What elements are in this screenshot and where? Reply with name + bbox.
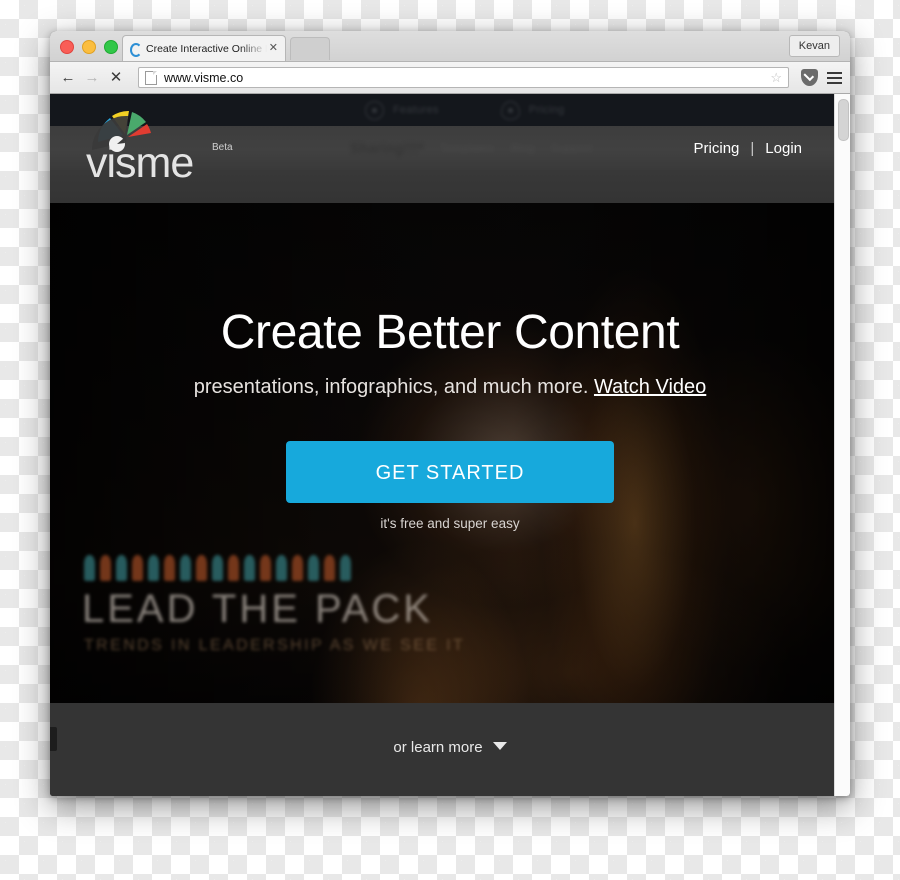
play-circle-icon <box>365 100 384 120</box>
page-icon <box>145 70 157 85</box>
utility-item-pricing[interactable]: Pricing <box>500 100 565 120</box>
subnav-brand: Sharing!!!* <box>350 140 424 156</box>
watch-video-link[interactable]: Watch Video <box>594 376 706 398</box>
bookmark-star-icon[interactable]: ☆ <box>770 70 782 86</box>
hero-title: Create Better Content <box>220 306 680 359</box>
hero-section: LEAD THE PACK TRENDS IN LEADERSHIP AS WE… <box>50 203 850 703</box>
scrollbar-thumb[interactable] <box>838 99 849 141</box>
hero-subtitle-text: presentations, infographics, and much mo… <box>193 376 589 399</box>
drop-icon <box>500 100 520 120</box>
nav-link-login[interactable]: Login <box>765 140 802 157</box>
utility-item-label: Pricing <box>528 104 565 116</box>
utility-item-label: Features <box>393 104 439 116</box>
browser-tab[interactable]: Create Interactive Online P ✕ <box>122 35 286 61</box>
utility-item-features[interactable]: Features <box>365 100 439 120</box>
browser-window: Create Interactive Online P ✕ Kevan ← → … <box>50 31 850 796</box>
close-window-button[interactable] <box>60 40 74 54</box>
cta-note: it's free and super easy <box>380 516 520 532</box>
page-scrollbar[interactable] <box>834 94 850 796</box>
hero-subtitle: presentations, infographics, and much mo… <box>50 376 850 399</box>
hero-content: Create Better Content presentations, inf… <box>50 203 850 703</box>
learn-more-label: or learn more <box>393 739 483 756</box>
learn-more-button[interactable]: or learn more <box>50 739 850 756</box>
minimize-window-button[interactable] <box>82 40 96 54</box>
site-nav-links: Pricing | Login <box>694 126 802 170</box>
page-footer-strip: or learn more <box>50 703 850 796</box>
profile-button-label: Kevan <box>798 40 830 52</box>
subnav-item-blog[interactable]: Blog <box>510 141 534 155</box>
pocket-icon[interactable] <box>801 69 818 86</box>
window-controls <box>60 40 118 54</box>
browser-toolbar: ← → ✕ www.visme.co ☆ <box>50 62 850 94</box>
subnav-item-support[interactable]: Support <box>551 141 593 155</box>
chevron-down-icon <box>492 742 507 750</box>
new-tab-button[interactable] <box>290 37 330 60</box>
forward-icon[interactable]: → <box>82 68 102 88</box>
stop-icon[interactable]: ✕ <box>106 68 126 88</box>
close-icon[interactable]: ✕ <box>267 43 280 54</box>
visme-logo[interactable]: visme Beta <box>86 102 256 185</box>
browser-tab-strip: Create Interactive Online P ✕ Kevan <box>50 31 850 62</box>
zoom-window-button[interactable] <box>104 40 118 54</box>
get-started-button[interactable]: GET STARTED <box>286 441 614 504</box>
profile-button[interactable]: Kevan <box>788 35 840 57</box>
back-icon[interactable]: ← <box>58 68 78 88</box>
site-subnav: Sharing!!!* Templates Blog Support <box>350 126 593 170</box>
visme-favicon <box>128 42 142 57</box>
subnav-item-templates[interactable]: Templates <box>440 141 495 155</box>
page-viewport: Features Pricing Sharing!!!* Templates B… <box>50 94 850 796</box>
beta-badge: Beta <box>212 142 233 153</box>
browser-tab-title: Create Interactive Online P <box>146 42 267 55</box>
address-bar-url[interactable]: www.visme.co <box>164 71 766 85</box>
menu-icon[interactable] <box>827 69 842 87</box>
nav-separator: | <box>750 139 755 157</box>
visme-logo-mark <box>88 102 162 152</box>
address-bar[interactable]: www.visme.co ☆ <box>138 67 789 88</box>
gauge-chart-icon <box>91 110 151 152</box>
nav-link-pricing[interactable]: Pricing <box>694 140 740 157</box>
